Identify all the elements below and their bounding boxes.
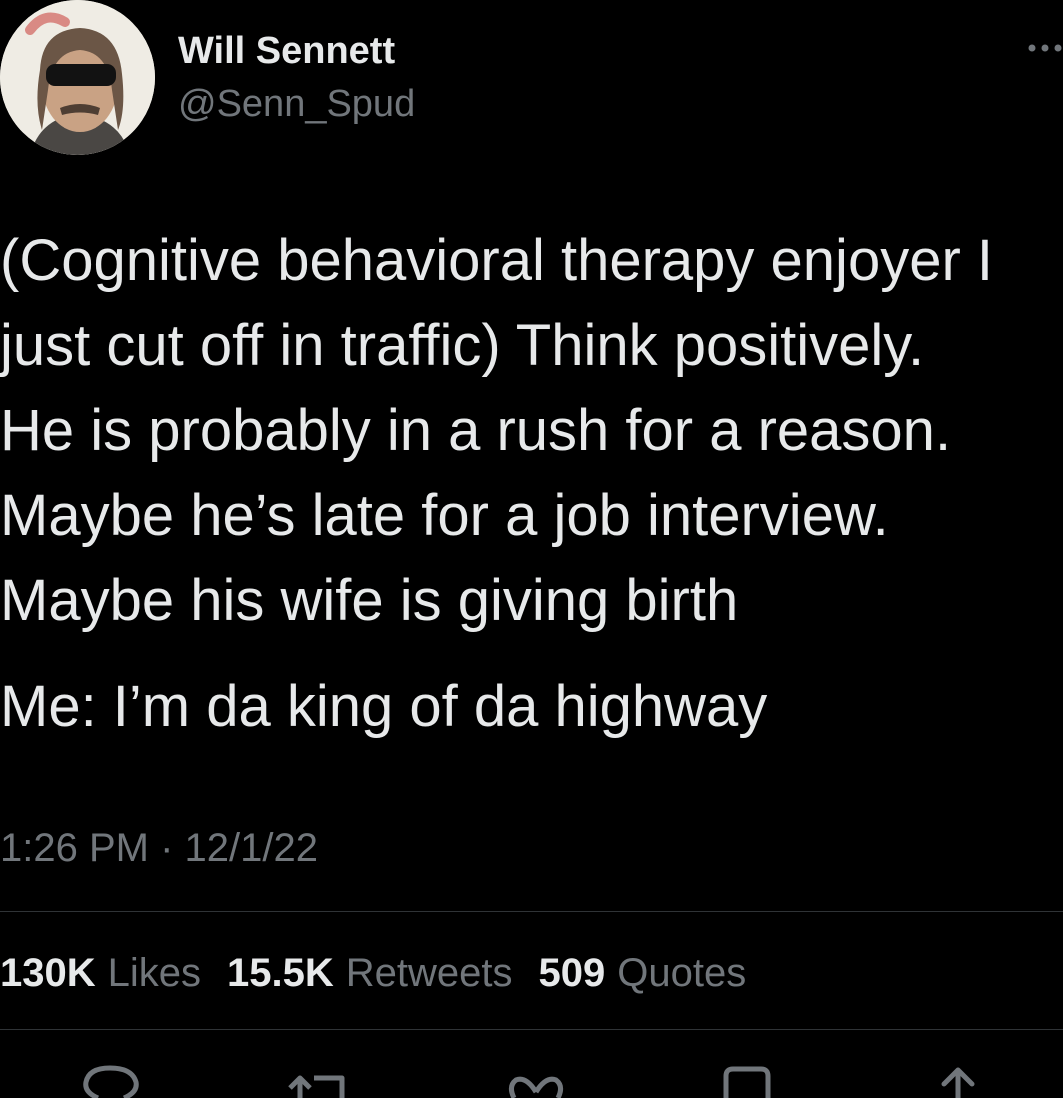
likes-count: 130K — [0, 950, 96, 995]
bookmark-icon[interactable] — [708, 1062, 788, 1098]
tweet-text-line: Me: I’m da king of da highway — [0, 674, 768, 739]
likes-label: Likes — [107, 950, 202, 995]
tweet-text-line: Maybe his wife is giving birth — [0, 568, 739, 633]
author-handle[interactable]: @Senn_Spud — [178, 81, 415, 127]
quotes-label: Quotes — [617, 950, 747, 995]
tweet-text-line: He is probably in a rush for a reason. — [0, 398, 952, 463]
quotes-count: 509 — [538, 950, 606, 995]
like-icon[interactable] — [496, 1062, 576, 1098]
retweets-count: 15.5K — [227, 950, 334, 995]
tweet-text-line: (Cognitive behavioral therapy enjoyer I — [0, 228, 993, 293]
more-options-icon[interactable] — [1023, 36, 1063, 60]
retweets-stat[interactable]: 15.5K Retweets — [227, 951, 513, 996]
share-icon[interactable] — [918, 1062, 998, 1098]
author-avatar[interactable] — [0, 0, 155, 155]
retweets-label: Retweets — [345, 950, 513, 995]
engagement-stats: 130K Likes 15.5K Retweets 509 Quotes — [0, 945, 772, 1001]
tweet-text-line: Maybe he’s late for a job interview. — [0, 483, 889, 548]
divider — [0, 911, 1063, 912]
tweet-timestamp[interactable]: 1:26 PM · 12/1/22 — [0, 822, 318, 874]
tweet-text-line: just cut off in traffic) Think positivel… — [0, 313, 925, 378]
reply-icon[interactable] — [76, 1062, 156, 1098]
tweet-text: (Cognitive behavioral therapy enjoyer I … — [0, 218, 1063, 749]
avatar-photo-icon — [0, 0, 155, 155]
likes-stat[interactable]: 130K Likes — [0, 951, 201, 996]
author-display-name[interactable]: Will Sennett — [178, 28, 395, 74]
divider — [0, 1029, 1063, 1030]
retweet-icon[interactable] — [278, 1062, 358, 1098]
quotes-stat[interactable]: 509 Quotes — [539, 951, 747, 996]
